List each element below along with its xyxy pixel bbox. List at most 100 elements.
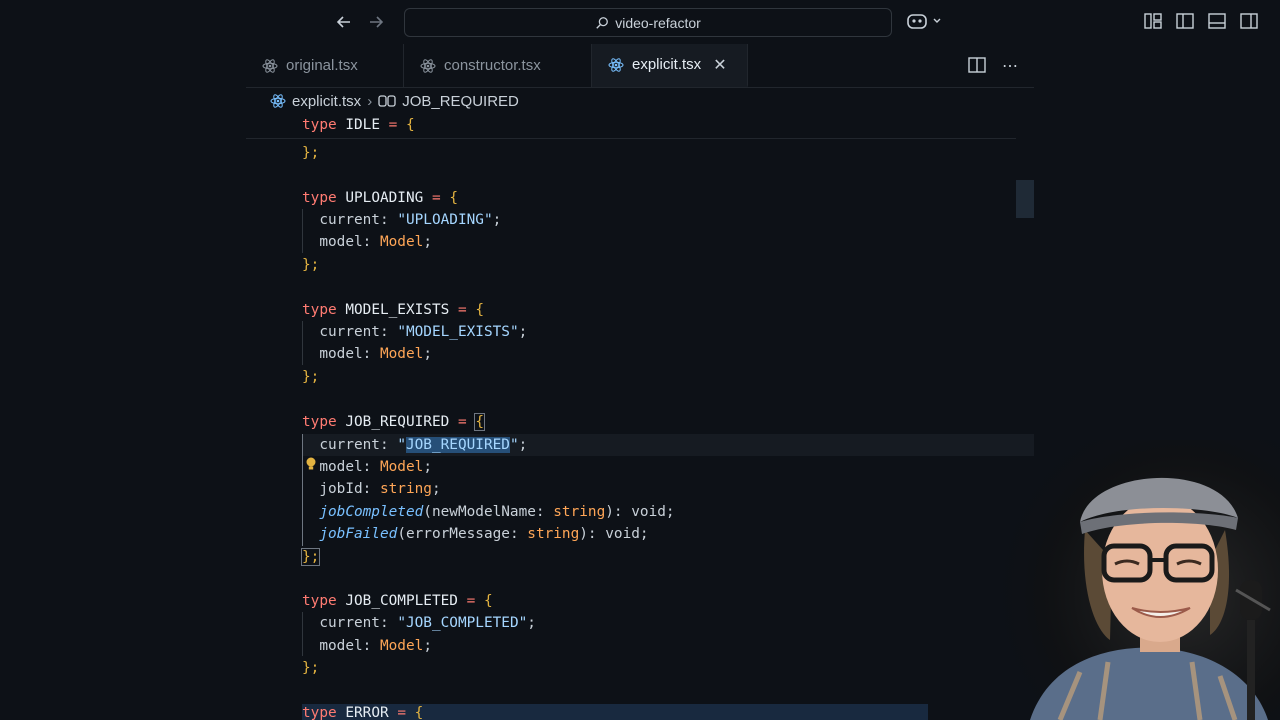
token: Model bbox=[379, 638, 424, 654]
code-line: }; bbox=[300, 546, 321, 568]
selected-text: JOB_REQUIRED bbox=[405, 437, 510, 453]
token: }; bbox=[302, 660, 320, 676]
search-icon bbox=[596, 16, 609, 29]
token: string bbox=[379, 481, 432, 497]
code-line-current: current: "JOB_REQUIRED"; bbox=[302, 434, 527, 456]
webcam-overlay bbox=[1000, 440, 1280, 720]
token: }; bbox=[302, 369, 320, 385]
toggle-primary-sidebar-icon[interactable] bbox=[1176, 12, 1194, 30]
sticky-scroll-header[interactable]: type IDLE = { bbox=[246, 114, 1016, 139]
token: ; bbox=[423, 234, 432, 250]
code-line: model: Model; bbox=[302, 635, 432, 657]
token: type bbox=[302, 117, 337, 133]
search-text: video-refactor bbox=[615, 14, 701, 31]
close-icon[interactable]: ✕ bbox=[713, 55, 726, 75]
react-icon bbox=[420, 58, 436, 73]
matched-bracket: }; bbox=[300, 548, 321, 566]
code-editor[interactable]: }; type UPLOADING = { current: "UPLOADIN… bbox=[246, 114, 1034, 720]
code-line: type JOB_REQUIRED = { bbox=[302, 411, 485, 433]
token: type bbox=[302, 705, 337, 720]
token: jobCompleted bbox=[319, 504, 424, 520]
token: "JOB_COMPLETED" bbox=[397, 615, 528, 631]
token: ; bbox=[527, 615, 536, 631]
token: MODEL_EXISTS bbox=[345, 302, 450, 318]
tab-original[interactable]: original.tsx bbox=[246, 44, 404, 87]
token: type bbox=[302, 414, 337, 430]
token: type bbox=[302, 190, 337, 206]
token: model: bbox=[319, 234, 372, 250]
token: ; bbox=[518, 437, 528, 453]
customize-layout-icon[interactable] bbox=[1144, 12, 1162, 30]
token: ): void; bbox=[579, 526, 649, 542]
toggle-panel-icon[interactable] bbox=[1208, 12, 1226, 30]
token: }; bbox=[302, 145, 320, 161]
token: = bbox=[466, 593, 476, 609]
code-line: current: "UPLOADING"; bbox=[302, 209, 501, 231]
token: "UPLOADING" bbox=[397, 212, 493, 228]
token: = bbox=[457, 302, 467, 318]
token: Model bbox=[379, 459, 424, 475]
breadcrumb: explicit.tsx › JOB_REQUIRED bbox=[270, 91, 519, 111]
token: { bbox=[449, 190, 458, 206]
code-line: jobFailed(errorMessage: string): void; bbox=[302, 523, 649, 545]
token: current: bbox=[319, 437, 389, 453]
token: ERROR bbox=[345, 705, 389, 720]
token: string bbox=[553, 504, 606, 520]
minimap-slider[interactable] bbox=[1016, 180, 1034, 218]
code-line: current: "MODEL_EXISTS"; bbox=[302, 321, 527, 343]
token: model: bbox=[319, 346, 372, 362]
token: { bbox=[483, 593, 493, 609]
lightbulb-icon[interactable] bbox=[305, 457, 317, 471]
token: (newModelName: bbox=[423, 504, 545, 520]
editor-tab-bar: original.tsx constructor.tsx explicit.ts… bbox=[246, 44, 1034, 88]
token: (errorMessage: bbox=[397, 526, 519, 542]
code-line: current: "JOB_COMPLETED"; bbox=[302, 612, 536, 634]
code-line: }; bbox=[302, 254, 319, 276]
title-bar: video-refactor bbox=[0, 0, 1280, 44]
breadcrumb-file[interactable]: explicit.tsx bbox=[292, 93, 361, 110]
copilot-icon bbox=[907, 14, 927, 29]
code-line: model: Model; bbox=[302, 343, 432, 365]
code-line: jobCompleted(newModelName: string): void… bbox=[302, 501, 675, 523]
token: " bbox=[509, 437, 519, 453]
tab-constructor[interactable]: constructor.tsx bbox=[404, 44, 592, 87]
code-line: jobId: string; bbox=[302, 478, 440, 500]
forward-arrow-icon[interactable] bbox=[366, 12, 386, 32]
token: Model bbox=[379, 346, 424, 362]
token: = bbox=[457, 414, 467, 430]
token: { bbox=[406, 117, 415, 133]
more-actions-icon[interactable]: ⋯ bbox=[1002, 56, 1018, 76]
split-editor-icon[interactable] bbox=[968, 56, 986, 74]
token: Model bbox=[379, 234, 424, 250]
token: ): void; bbox=[605, 504, 675, 520]
symbol-type-icon bbox=[378, 95, 396, 107]
command-center-search[interactable]: video-refactor bbox=[404, 8, 892, 37]
editor-actions: ⋯ bbox=[968, 56, 1018, 76]
token: JOB_REQUIRED bbox=[345, 414, 450, 430]
toggle-secondary-sidebar-icon[interactable] bbox=[1240, 12, 1258, 30]
token: " bbox=[397, 437, 406, 453]
code-line: type UPLOADING = { bbox=[302, 187, 458, 209]
token: JOB_COMPLETED bbox=[345, 593, 458, 609]
tab-explicit[interactable]: explicit.tsx ✕ bbox=[592, 44, 748, 87]
token: UPLOADING bbox=[345, 190, 424, 206]
copilot-menu[interactable] bbox=[906, 12, 942, 30]
tab-label: explicit.tsx bbox=[632, 56, 702, 73]
back-arrow-icon[interactable] bbox=[334, 12, 354, 32]
tab-label: original.tsx bbox=[286, 57, 358, 74]
react-icon bbox=[270, 94, 286, 108]
token: jobId: bbox=[319, 481, 372, 497]
react-icon bbox=[262, 58, 278, 73]
token: = bbox=[431, 190, 441, 206]
token: ; bbox=[423, 346, 432, 362]
token: model: bbox=[319, 459, 372, 475]
token: current: bbox=[319, 212, 389, 228]
token: current: bbox=[319, 615, 389, 631]
code-line: type MODEL_EXISTS = { bbox=[302, 299, 484, 321]
token: type bbox=[302, 593, 337, 609]
code-line: model: Model; bbox=[302, 231, 432, 253]
tab-label: constructor.tsx bbox=[444, 57, 541, 74]
code-line: }; bbox=[302, 366, 319, 388]
code-line: }; bbox=[302, 142, 319, 164]
breadcrumb-symbol[interactable]: JOB_REQUIRED bbox=[402, 93, 519, 110]
